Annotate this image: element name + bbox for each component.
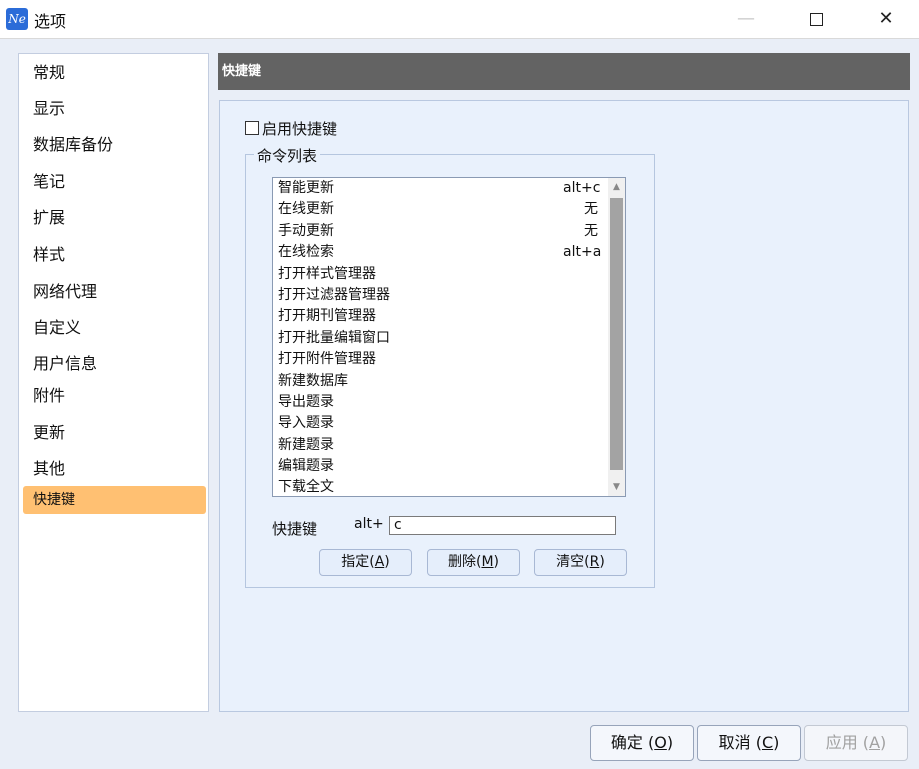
command-name: 手动更新 [278, 222, 334, 239]
command-name: 打开期刊管理器 [278, 308, 376, 325]
command-row[interactable]: 新建数据库 [273, 371, 625, 392]
options-sidebar: 常规 显示 数据库备份 笔记 扩展 样式 网络代理 自定义 用户信息 附件 更新… [18, 53, 209, 712]
title-bar: Ne 选项 — ✕ [0, 0, 919, 39]
window-title: 选项 [34, 12, 67, 31]
clear-button-label: 清空( [556, 554, 590, 570]
apply-button[interactable]: 应用 (A) [804, 725, 908, 761]
command-row[interactable]: 下载全文 [273, 477, 625, 496]
minimize-button[interactable]: — [718, 0, 774, 38]
app-logo-icon: Ne [6, 8, 28, 30]
command-name: 在线检索 [278, 244, 334, 261]
command-row[interactable]: 打开批量编辑窗口 [273, 328, 625, 349]
hotkey-prefix: alt+ [354, 516, 384, 532]
close-button[interactable]: ✕ [858, 0, 914, 38]
assign-button-label: 指定( [341, 554, 375, 570]
enable-shortcuts-checkbox[interactable]: 启用快捷键 [245, 118, 337, 139]
command-name: 下载全文 [278, 479, 334, 496]
sidebar-item-database-backup[interactable]: 数据库备份 [23, 131, 206, 159]
sidebar-item-shortcuts[interactable]: 快捷键 [23, 486, 206, 514]
command-row[interactable]: 打开附件管理器 [273, 349, 625, 370]
ok-button-mnemonic: O [654, 733, 667, 752]
sidebar-item-other[interactable]: 其他 [23, 455, 206, 483]
sidebar-item-user-info[interactable]: 用户信息 [23, 350, 206, 378]
command-list[interactable]: 智能更新 alt+c 在线更新无手动更新无在线检索 alt+a 打开样式管理器 打开过滤器… [272, 177, 626, 497]
scroll-thumb[interactable] [610, 198, 623, 470]
clear-button-mnemonic: R [589, 554, 600, 570]
command-row[interactable]: 打开期刊管理器 [273, 306, 625, 327]
delete-button[interactable]: 删除(M) [427, 549, 520, 576]
command-key: 无 [584, 201, 598, 218]
command-name: 导入题录 [278, 415, 334, 432]
maximize-icon [809, 12, 823, 26]
command-name: 打开样式管理器 [278, 265, 376, 282]
maximize-button[interactable] [788, 0, 844, 38]
command-row[interactable]: 编辑题录 [273, 456, 625, 477]
command-key: 无 [584, 222, 598, 239]
command-row[interactable]: 智能更新 alt+c [273, 178, 625, 199]
apply-button-label: 应用 ( [825, 733, 870, 752]
sidebar-item-attachments[interactable]: 附件 [23, 382, 206, 410]
command-row[interactable]: 打开过滤器管理器 [273, 285, 625, 306]
cancel-button-mnemonic: C [761, 733, 774, 752]
command-name: 打开过滤器管理器 [278, 286, 390, 303]
command-name: 打开附件管理器 [278, 351, 376, 368]
command-row[interactable]: 在线更新 无 [273, 199, 625, 220]
checkbox-icon[interactable] [245, 121, 259, 135]
command-rows: 智能更新 alt+c 在线更新无手动更新无在线检索 alt+a 打开样式管理器 打开过滤器… [273, 178, 625, 496]
section-header: 快捷键 [218, 53, 910, 90]
cancel-button-close: ) [773, 733, 780, 752]
sidebar-item-notes[interactable]: 笔记 [23, 168, 206, 196]
ok-button-label: 确定 ( [610, 733, 655, 752]
cancel-button[interactable]: 取消 (C) [697, 725, 801, 761]
command-row[interactable]: 在线检索 alt+a [273, 242, 625, 263]
enable-shortcuts-label: 启用快捷键 [262, 120, 338, 138]
assign-button[interactable]: 指定(A) [319, 549, 412, 576]
hotkey-label: 快捷键 [272, 520, 318, 538]
apply-button-close: ) [880, 733, 887, 752]
sidebar-item-styles[interactable]: 样式 [23, 241, 206, 269]
delete-button-label: 删除( [447, 554, 482, 570]
command-name: 智能更新 [278, 180, 334, 196]
scroll-down-icon[interactable]: ▼ [608, 478, 625, 496]
command-row[interactable]: 打开样式管理器 [273, 264, 625, 285]
delete-button-close: ) [493, 554, 500, 570]
delete-button-mnemonic: M [481, 554, 494, 570]
sidebar-item-update[interactable]: 更新 [23, 419, 206, 447]
assign-button-mnemonic: A [374, 554, 385, 570]
command-name: 新建题录 [278, 436, 334, 453]
command-list-scrollbar[interactable]: ▲ ▼ [608, 178, 625, 496]
clear-button-close: ) [599, 554, 605, 570]
sidebar-item-custom[interactable]: 自定义 [23, 314, 206, 342]
ok-button-close: ) [666, 733, 674, 752]
command-row[interactable]: 导出题录 [273, 392, 625, 413]
ok-button[interactable]: 确定 (O) [590, 725, 694, 761]
command-row[interactable]: 手动更新 无 [273, 221, 625, 242]
command-list-group-title: 命令列表 [254, 145, 321, 166]
sidebar-item-general[interactable]: 常规 [23, 59, 206, 87]
assign-button-close: ) [384, 554, 390, 570]
sidebar-item-extensions[interactable]: 扩展 [23, 204, 206, 232]
hotkey-input[interactable]: c [389, 516, 616, 535]
scroll-up-icon[interactable]: ▲ [608, 178, 625, 196]
sidebar-item-network-proxy[interactable]: 网络代理 [23, 278, 206, 306]
command-name: 打开批量编辑窗口 [278, 329, 390, 346]
command-key: alt+a [563, 244, 602, 261]
command-name: 编辑题录 [278, 458, 334, 475]
command-key: alt+c [563, 180, 601, 196]
apply-button-mnemonic: A [869, 733, 881, 752]
command-name: 新建数据库 [278, 372, 348, 389]
clear-button[interactable]: 清空(R) [534, 549, 627, 576]
command-name: 在线更新 [278, 201, 334, 218]
command-row[interactable]: 新建题录 [273, 435, 625, 456]
sidebar-item-display[interactable]: 显示 [23, 95, 206, 123]
cancel-button-label: 取消 ( [718, 733, 762, 752]
command-name: 导出题录 [278, 393, 334, 410]
command-row[interactable]: 导入题录 [273, 413, 625, 434]
